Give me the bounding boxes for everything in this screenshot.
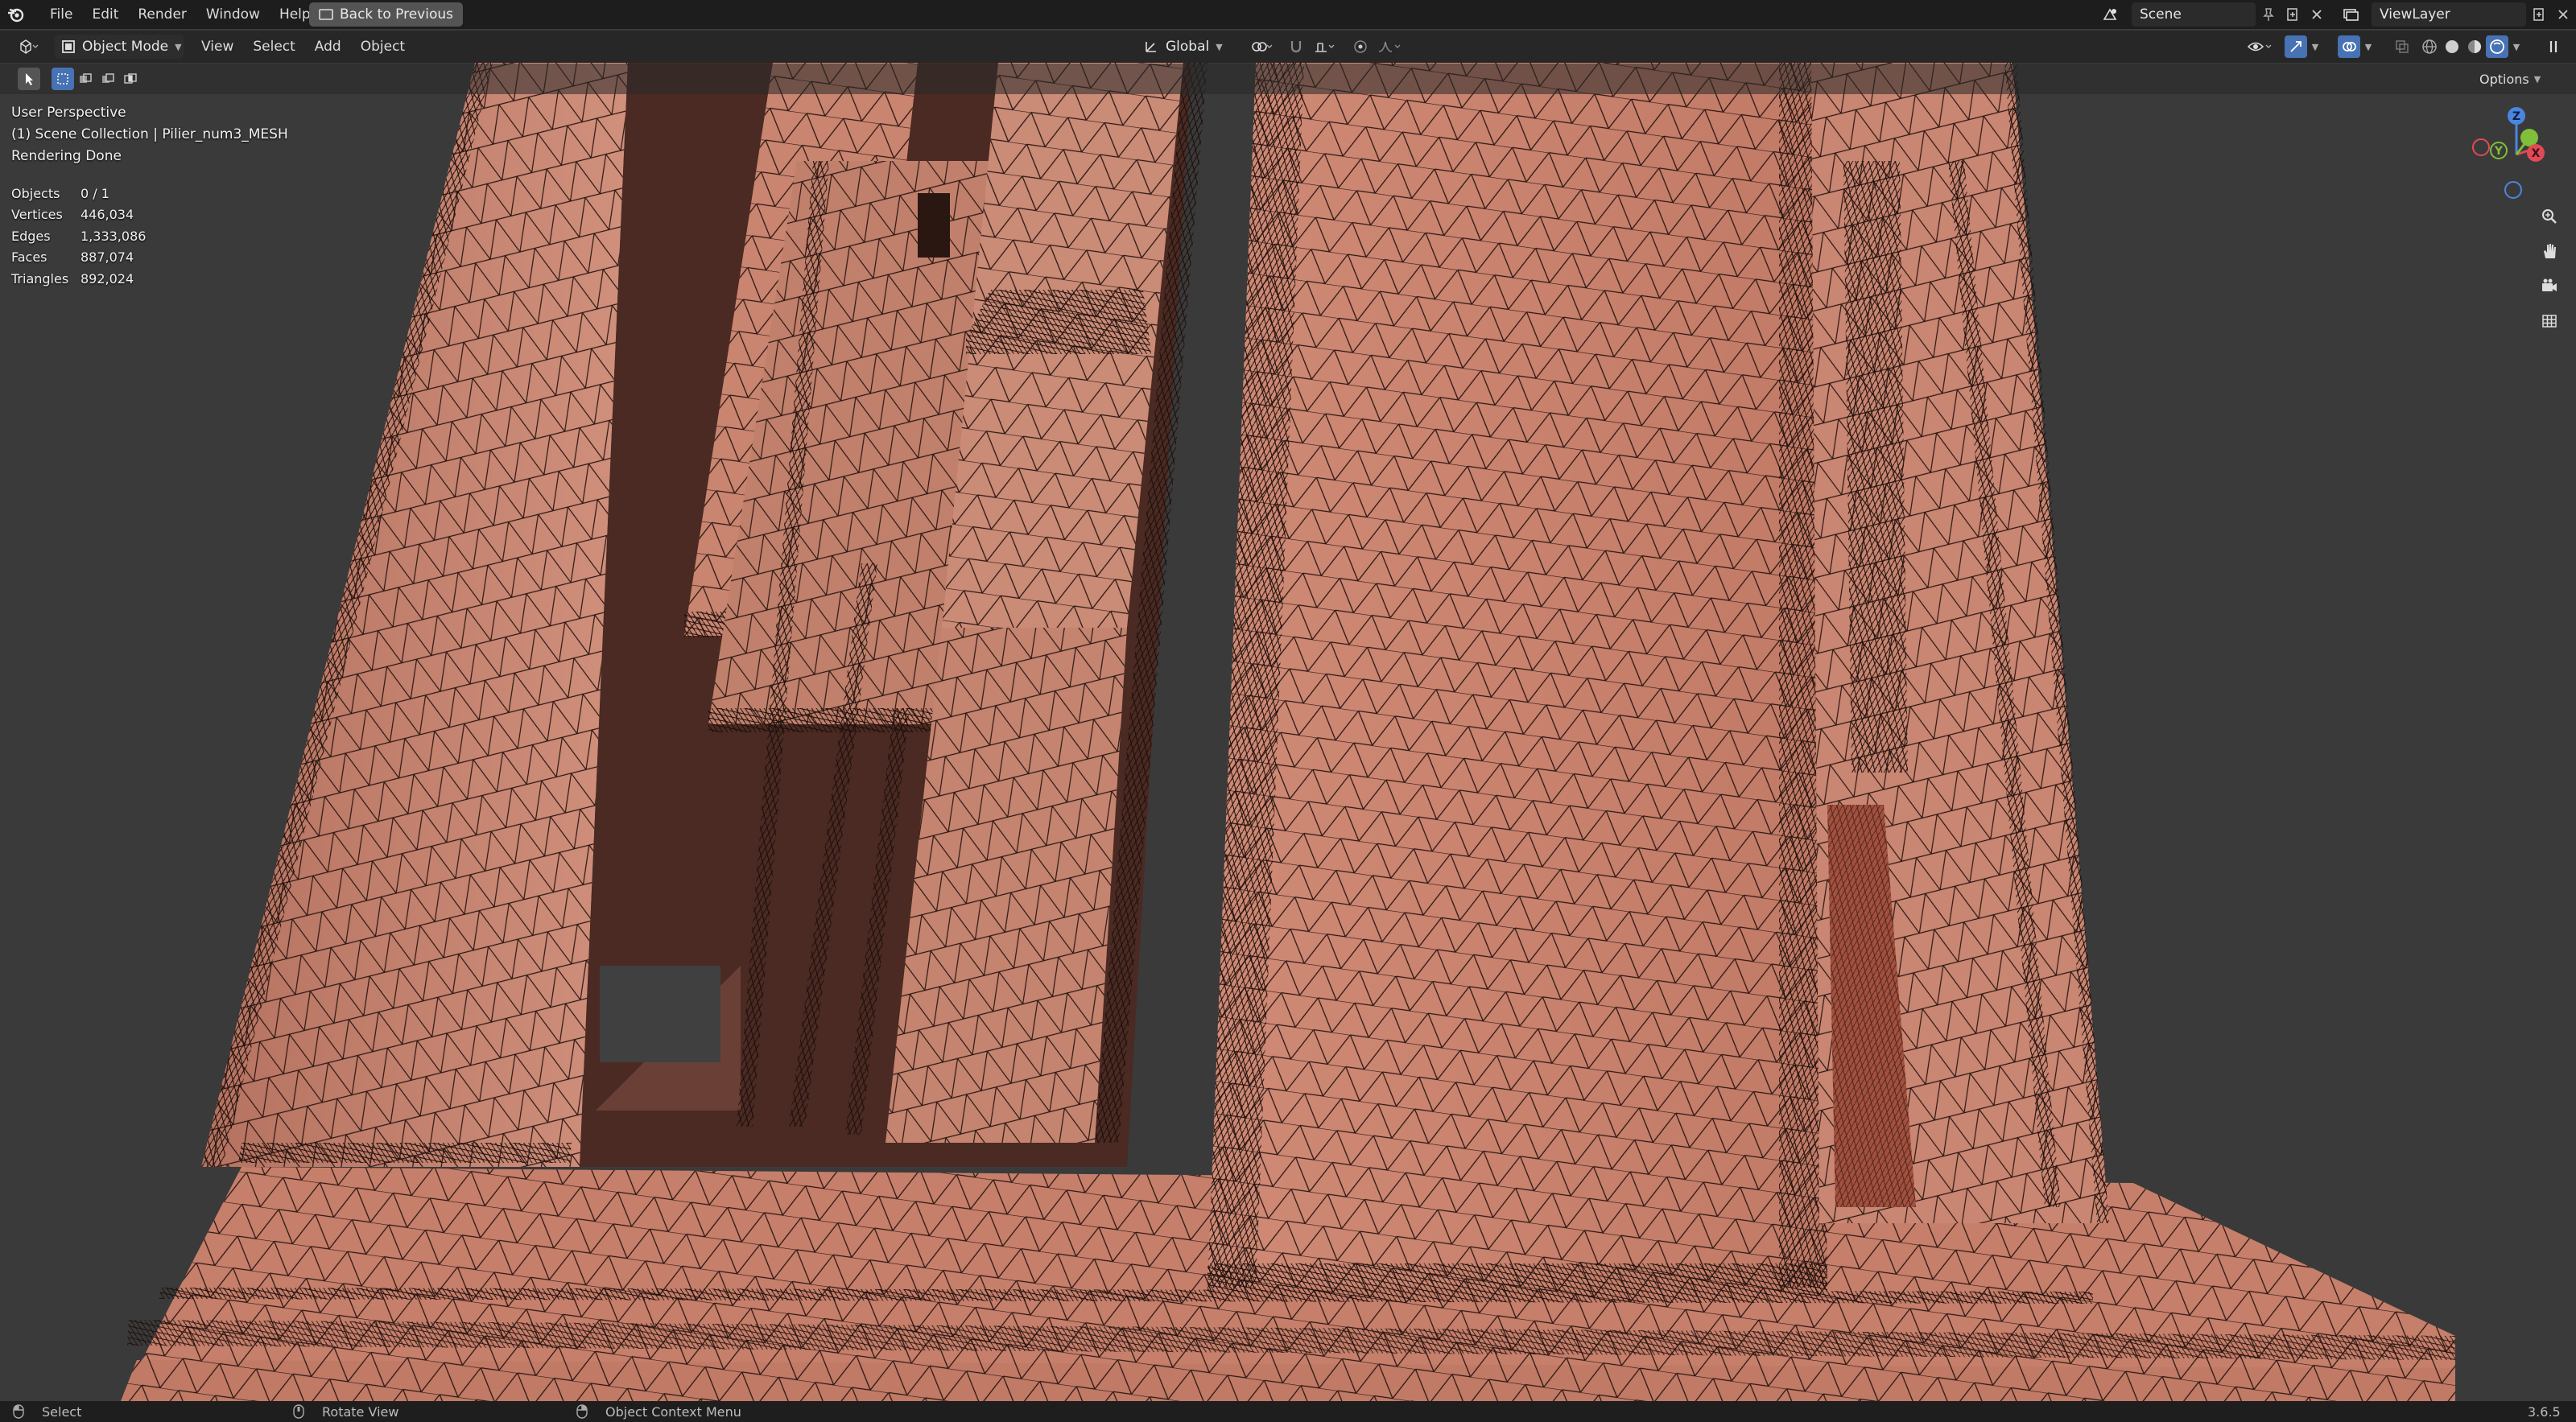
navigation-gizmo[interactable]: Z Y X	[2463, 100, 2560, 204]
select-box-new-icon[interactable]	[52, 68, 74, 90]
select-box-subtract-icon[interactable]	[97, 68, 119, 90]
transform-orientation-dropdown[interactable]: Global ▼	[1138, 35, 1233, 59]
rendered-shading-icon[interactable]	[2486, 35, 2508, 58]
camera-icon[interactable]	[2536, 272, 2563, 299]
gizmo-neg-x-axis[interactable]	[2472, 138, 2490, 156]
sidebar-toggle-icon[interactable]	[2542, 35, 2565, 58]
chevron-down-icon: ▼	[2533, 73, 2541, 84]
shading-dropdown-icon[interactable]: ▼	[2508, 35, 2524, 58]
options-dropdown[interactable]: Options ▼	[2479, 67, 2541, 91]
mode-label: Object Mode	[82, 39, 169, 55]
editor-type-icon[interactable]	[11, 35, 47, 58]
menu-window[interactable]: Window	[196, 0, 270, 29]
menu-view[interactable]: View	[192, 32, 243, 61]
tool-settings-bar: Options ▼	[0, 64, 2576, 94]
snap-toggle-icon[interactable]	[1285, 35, 1307, 58]
snap-target-icon[interactable]	[1307, 35, 1343, 58]
zoom-icon[interactable]	[2536, 203, 2563, 230]
menu-file[interactable]: File	[40, 0, 82, 29]
scene-statistics: Objects 0 / 1 Vertices 446,034 Edges 1,333,…	[11, 183, 146, 290]
scene-name-field[interactable]: Scene	[2132, 2, 2256, 27]
top-bar: File Edit Render Window Help Back to Pre…	[0, 0, 2576, 29]
proportional-edit-icon[interactable]	[1349, 35, 1372, 58]
menu-object[interactable]: Object	[351, 32, 415, 61]
status-bar: Select Rotate View Object Context Menu 3…	[0, 1401, 2576, 1422]
select-tool-icon[interactable]	[18, 68, 40, 90]
3d-viewport[interactable]	[0, 63, 2576, 1401]
close-icon[interactable]	[2306, 3, 2328, 26]
stat-row: Edges 1,333,086	[11, 228, 147, 244]
back-to-previous-label: Back to Previous	[340, 6, 453, 23]
render-status: Rendering Done	[11, 148, 122, 164]
svg-text:X: X	[2532, 147, 2541, 160]
xray-toggle-icon[interactable]	[2391, 35, 2413, 58]
gizmo-y-axis[interactable]	[2520, 129, 2538, 146]
view-layer-field[interactable]: ViewLayer	[2372, 2, 2526, 27]
gizmo-neg-z-axis[interactable]	[2504, 181, 2522, 199]
orientation-icon	[1146, 42, 1156, 52]
overlays-toggle-icon[interactable]	[2338, 35, 2360, 58]
menu-edit[interactable]: Edit	[82, 0, 128, 29]
transform-orientation-label: Global	[1166, 39, 1210, 55]
grid-view-icon[interactable]	[2536, 307, 2563, 334]
mouse-middle-icon	[293, 1404, 304, 1419]
new-scene-icon[interactable]	[2281, 3, 2304, 26]
new-view-layer-icon[interactable]	[2528, 3, 2550, 26]
stat-row: Objects 0 / 1	[11, 185, 109, 201]
stat-row: Faces 887,074	[11, 249, 134, 266]
object-mode-icon	[62, 40, 75, 53]
visibility-icon[interactable]	[2243, 35, 2278, 58]
stat-row: Triangles 892,024	[11, 270, 134, 286]
view-layer-name: ViewLayer	[2380, 6, 2450, 23]
menu-add[interactable]: Add	[305, 32, 351, 61]
menu-select[interactable]: Select	[243, 32, 304, 61]
chevron-down-icon: ▼	[175, 41, 182, 52]
viewport-header: Object Mode ▼ View Select Add Object Glo…	[0, 31, 2576, 63]
svg-text:Z: Z	[2512, 110, 2520, 123]
mouse-left-icon	[13, 1404, 24, 1419]
overlays-dropdown-icon[interactable]: ▼	[2360, 35, 2376, 58]
status-select: Select	[42, 1403, 82, 1420]
solid-shading-icon[interactable]	[2441, 35, 2463, 58]
material-shading-icon[interactable]	[2463, 35, 2486, 58]
view-layer-icon[interactable]	[2339, 3, 2362, 26]
chevron-down-icon: ▼	[1216, 41, 1223, 52]
version-label: 3.6.5	[2528, 1403, 2561, 1420]
svg-text:Y: Y	[2494, 145, 2504, 158]
options-label: Options	[2479, 71, 2529, 87]
close-view-layer-icon[interactable]	[2552, 3, 2574, 26]
back-to-previous-button[interactable]: Back to Previous	[309, 2, 463, 27]
scene-selector-icon[interactable]	[2099, 3, 2122, 26]
hand-pan-icon[interactable]	[2536, 237, 2563, 265]
collection-info: (1) Scene Collection | Pilier_num3_MESH	[11, 126, 288, 142]
status-rotate-view: Rotate View	[322, 1403, 399, 1420]
gizmo-dropdown-icon[interactable]: ▼	[2307, 35, 2323, 58]
view-name: User Perspective	[11, 105, 126, 121]
menu-render[interactable]: Render	[128, 0, 196, 29]
status-context-menu: Object Context Menu	[605, 1403, 741, 1420]
pivot-point-icon[interactable]	[1245, 35, 1280, 58]
stat-row: Vertices 446,034	[11, 207, 134, 223]
screen-icon	[319, 9, 333, 20]
scene-name: Scene	[2140, 6, 2182, 23]
blender-logo-icon[interactable]	[6, 0, 26, 29]
gizmo-toggle-icon[interactable]	[2285, 35, 2307, 58]
pin-icon[interactable]	[2257, 3, 2280, 26]
wireframe-shading-icon[interactable]	[2418, 35, 2441, 58]
mesh-render	[121, 63, 2455, 1401]
select-box-extend-icon[interactable]	[74, 68, 97, 90]
select-box-intersect-icon[interactable]	[119, 68, 142, 90]
mouse-right-icon	[576, 1404, 588, 1419]
mode-selector[interactable]: Object Mode ▼	[55, 35, 184, 59]
falloff-icon[interactable]	[1373, 35, 1406, 58]
